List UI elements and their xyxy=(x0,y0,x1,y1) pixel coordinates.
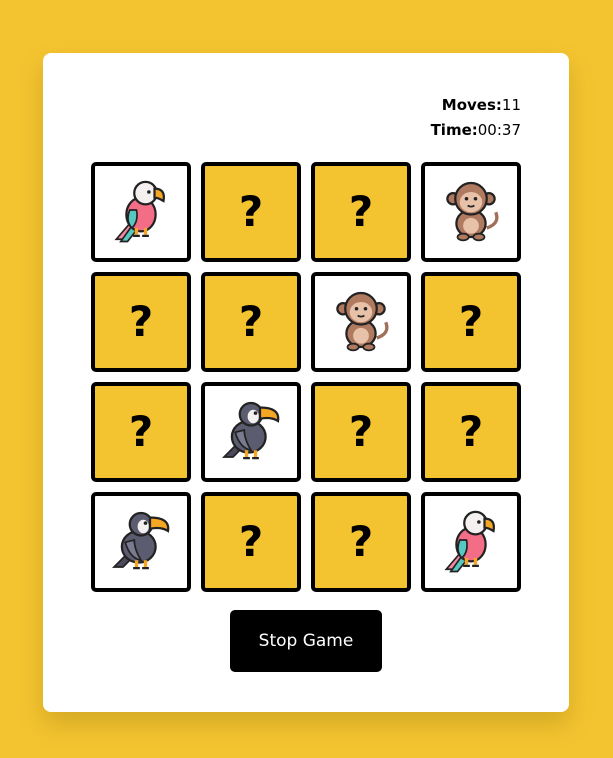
card-revealed[interactable] xyxy=(91,162,191,262)
question-mark: ? xyxy=(458,407,484,456)
question-mark: ? xyxy=(348,407,374,456)
moves-label: Moves: xyxy=(441,96,502,114)
question-mark: ? xyxy=(238,517,264,566)
question-mark: ? xyxy=(128,407,154,456)
card-revealed[interactable] xyxy=(421,492,521,592)
moves-counter: Moves:11 xyxy=(431,93,521,118)
parrot-icon xyxy=(105,174,177,250)
timer: Time:00:37 xyxy=(431,118,521,143)
question-mark: ? xyxy=(348,517,374,566)
question-mark: ? xyxy=(238,297,264,346)
card-hidden[interactable]: ? xyxy=(311,492,411,592)
card-hidden[interactable]: ? xyxy=(201,162,301,262)
question-mark: ? xyxy=(238,187,264,236)
card-hidden[interactable]: ? xyxy=(91,382,191,482)
stop-game-button[interactable]: Stop Game xyxy=(230,610,382,672)
moves-value: 11 xyxy=(501,96,521,114)
time-value: 00:37 xyxy=(477,121,521,139)
card-hidden[interactable]: ? xyxy=(311,382,411,482)
card-hidden[interactable]: ? xyxy=(201,272,301,372)
parrot-icon xyxy=(435,504,507,580)
question-mark: ? xyxy=(128,297,154,346)
card-revealed[interactable] xyxy=(201,382,301,482)
monkey-icon xyxy=(325,284,397,360)
card-grid: ?? ?? ?? ? ? ? ? xyxy=(91,162,521,592)
game-panel: Moves:11 Time:00:37 ?? ? ? ? ? ? ? ? ? S… xyxy=(43,53,569,712)
time-label: Time: xyxy=(430,121,478,139)
card-revealed[interactable] xyxy=(311,272,411,372)
monkey-icon xyxy=(435,174,507,250)
card-hidden[interactable]: ? xyxy=(91,272,191,372)
card-revealed[interactable] xyxy=(91,492,191,592)
question-mark: ? xyxy=(348,187,374,236)
question-mark: ? xyxy=(458,297,484,346)
card-revealed[interactable] xyxy=(421,162,521,262)
card-hidden[interactable]: ? xyxy=(311,162,411,262)
card-hidden[interactable]: ? xyxy=(421,382,521,482)
card-hidden[interactable]: ? xyxy=(421,272,521,372)
toucan-icon xyxy=(215,394,287,470)
stats-panel: Moves:11 Time:00:37 xyxy=(431,93,521,143)
toucan-icon xyxy=(105,504,177,580)
card-hidden[interactable]: ? xyxy=(201,492,301,592)
